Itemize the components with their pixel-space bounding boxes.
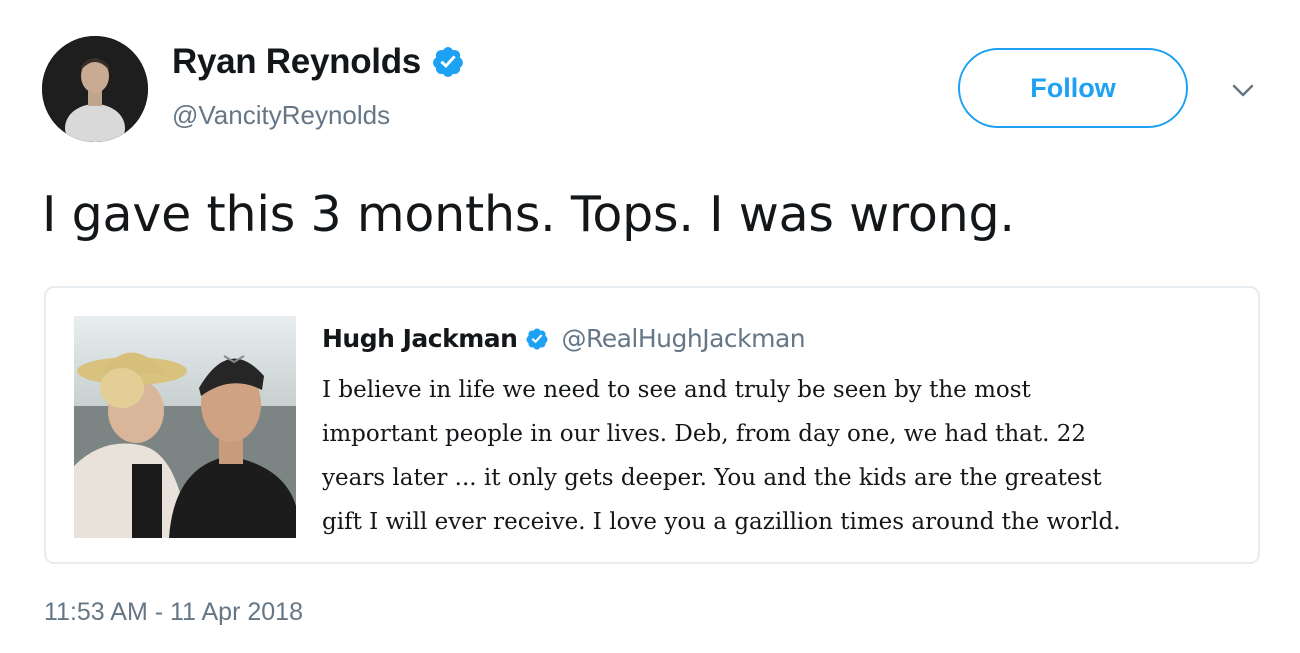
quoted-photo-image (74, 316, 296, 538)
quoted-text-line: years later ... it only gets deeper. You… (322, 465, 1102, 491)
quoted-tweet[interactable]: Hugh Jackman @RealHughJackman I believe … (44, 286, 1260, 564)
author-display-name[interactable]: Ryan Reynolds (172, 42, 421, 82)
quoted-tweet-text: I believe in life we need to see and tru… (322, 368, 1242, 544)
tweet-timestamp[interactable]: 11:53 AM - 11 Apr 2018 (44, 598, 303, 627)
author-name-row: Ryan Reynolds (172, 42, 465, 82)
tweet-card: Ryan Reynolds @VancityReynolds Follow I … (0, 0, 1300, 653)
avatar[interactable] (42, 36, 148, 142)
quoted-text-line: important people in our lives. Deb, from… (322, 421, 1086, 447)
quoted-text-line: I believe in life we need to see and tru… (322, 377, 1031, 403)
avatar-photo (42, 36, 148, 142)
quoted-handle[interactable]: @RealHughJackman (561, 324, 805, 353)
quoted-tweet-photo[interactable] (74, 316, 296, 538)
tweet-menu-button[interactable] (1228, 78, 1258, 102)
verified-badge-icon (526, 328, 548, 349)
quoted-display-name[interactable]: Hugh Jackman (322, 324, 518, 353)
chevron-down-icon (1232, 84, 1254, 97)
follow-button[interactable]: Follow (958, 48, 1188, 128)
tweet-text: I gave this 3 months. Tops. I was wrong. (42, 186, 1015, 243)
quoted-text-line: gift I will ever receive. I love you a g… (322, 509, 1121, 535)
verified-badge-icon (433, 47, 463, 77)
quoted-tweet-header: Hugh Jackman @RealHughJackman (322, 324, 806, 353)
author-handle[interactable]: @VancityReynolds (172, 100, 390, 131)
